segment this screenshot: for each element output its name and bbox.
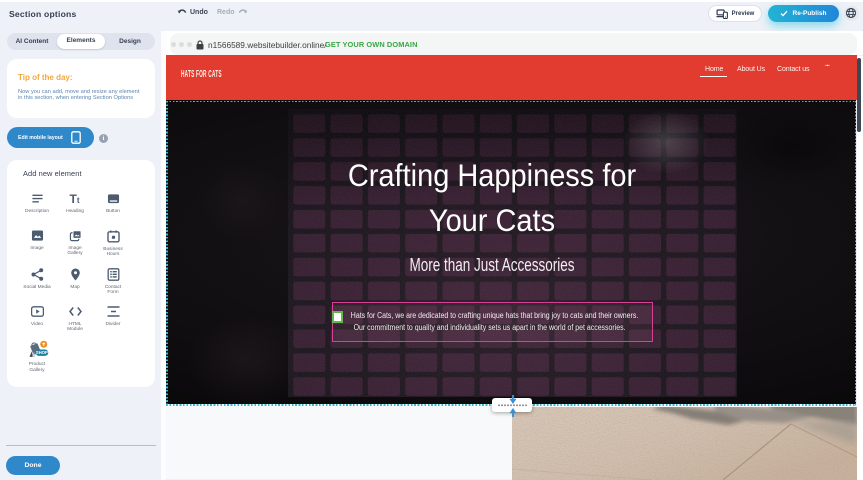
svg-text:SHOP: SHOP — [35, 350, 47, 355]
svg-text:t: t — [76, 195, 79, 205]
